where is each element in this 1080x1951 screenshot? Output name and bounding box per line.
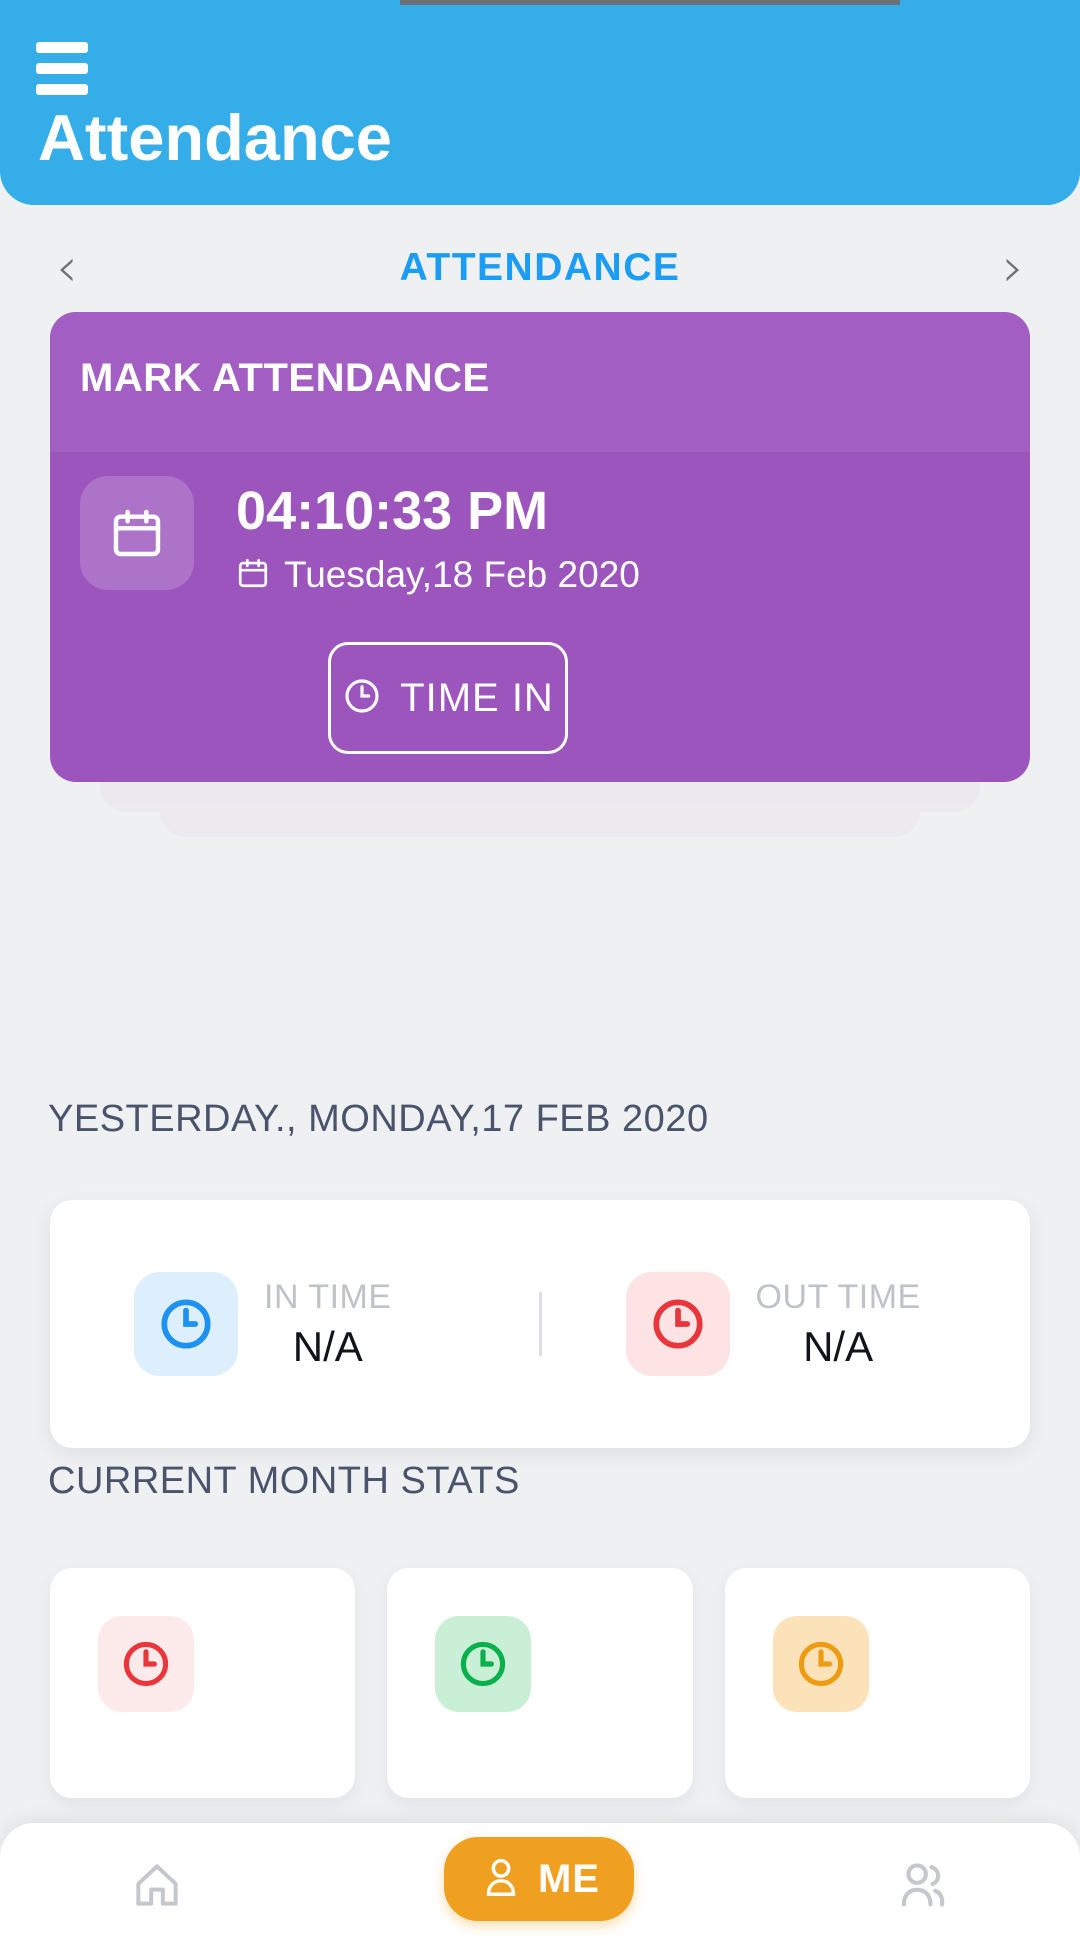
nav-item-me[interactable]: ME (443, 1837, 634, 1921)
header-decor-base (470, 0, 1080, 205)
nav-item-people[interactable] (893, 1856, 951, 1919)
yesterday-inout-card: IN TIME N/A OUT TIME N/A (50, 1200, 1030, 1448)
attendance-pager: ‹ ATTENDANCE › (0, 232, 1080, 304)
stat-card[interactable] (724, 1568, 1030, 1798)
out-time-entry: OUT TIME N/A (542, 1272, 1031, 1376)
bottom-navigation: ME (0, 1823, 1080, 1951)
chevron-right-icon[interactable]: › (1002, 241, 1024, 295)
nav-item-home[interactable] (129, 1857, 185, 1918)
mark-attendance-card-header: MARK ATTENDANCE (50, 312, 1030, 452)
hamburger-menu-icon[interactable] (36, 42, 88, 95)
month-stats-section-label: CURRENT MONTH STATS (48, 1460, 520, 1502)
mark-attendance-heading: MARK ATTENDANCE (80, 356, 490, 400)
home-icon (129, 1857, 185, 1918)
stat-card[interactable] (50, 1568, 356, 1798)
mark-attendance-card-body: 04:10:33 PM Tuesday,18 Feb 2020 TIME IN (50, 452, 1030, 782)
clock-icon (625, 1272, 730, 1376)
pager-title: ATTENDANCE (399, 246, 681, 289)
stat-card[interactable] (387, 1568, 693, 1798)
calendar-icon (80, 476, 194, 590)
calendar-icon (236, 556, 270, 595)
time-in-label: TIME IN (400, 675, 554, 720)
page-title: Attendance (38, 101, 392, 174)
clock-icon (772, 1616, 869, 1712)
clock-icon (435, 1616, 532, 1712)
in-time-entry: IN TIME N/A (50, 1272, 539, 1376)
clock-icon (98, 1616, 194, 1712)
month-stats-row (50, 1568, 1030, 1798)
clock-icon (134, 1272, 238, 1376)
attendance-screen: Attendance ‹ ATTENDANCE › MARK ATTENDANC… (0, 0, 1080, 1951)
in-time-label: IN TIME (264, 1277, 392, 1316)
time-in-button[interactable]: TIME IN (328, 642, 568, 754)
out-time-value: N/A (803, 1322, 874, 1370)
current-date-row: Tuesday,18 Feb 2020 (236, 554, 640, 596)
mark-attendance-stack: MARK ATTENDANCE 04:10:33 PM Tuesday,18 F… (0, 312, 1080, 852)
yesterday-section-label: YESTERDAY., MONDAY,17 FEB 2020 (48, 1098, 709, 1140)
nav-item-me-label: ME (537, 1856, 600, 1901)
chevron-left-icon[interactable]: ‹ (56, 241, 78, 295)
current-date: Tuesday,18 Feb 2020 (284, 554, 640, 595)
current-time: 04:10:33 PM (236, 481, 549, 541)
clock-icon (342, 676, 382, 721)
people-group-icon (893, 1856, 951, 1919)
mark-attendance-card[interactable]: MARK ATTENDANCE 04:10:33 PM Tuesday,18 F… (50, 312, 1030, 782)
in-time-value: N/A (292, 1322, 363, 1370)
out-time-label: OUT TIME (755, 1277, 921, 1316)
status-bar-strip (400, 0, 900, 5)
person-icon (478, 1854, 524, 1905)
app-header: Attendance (0, 0, 1080, 205)
